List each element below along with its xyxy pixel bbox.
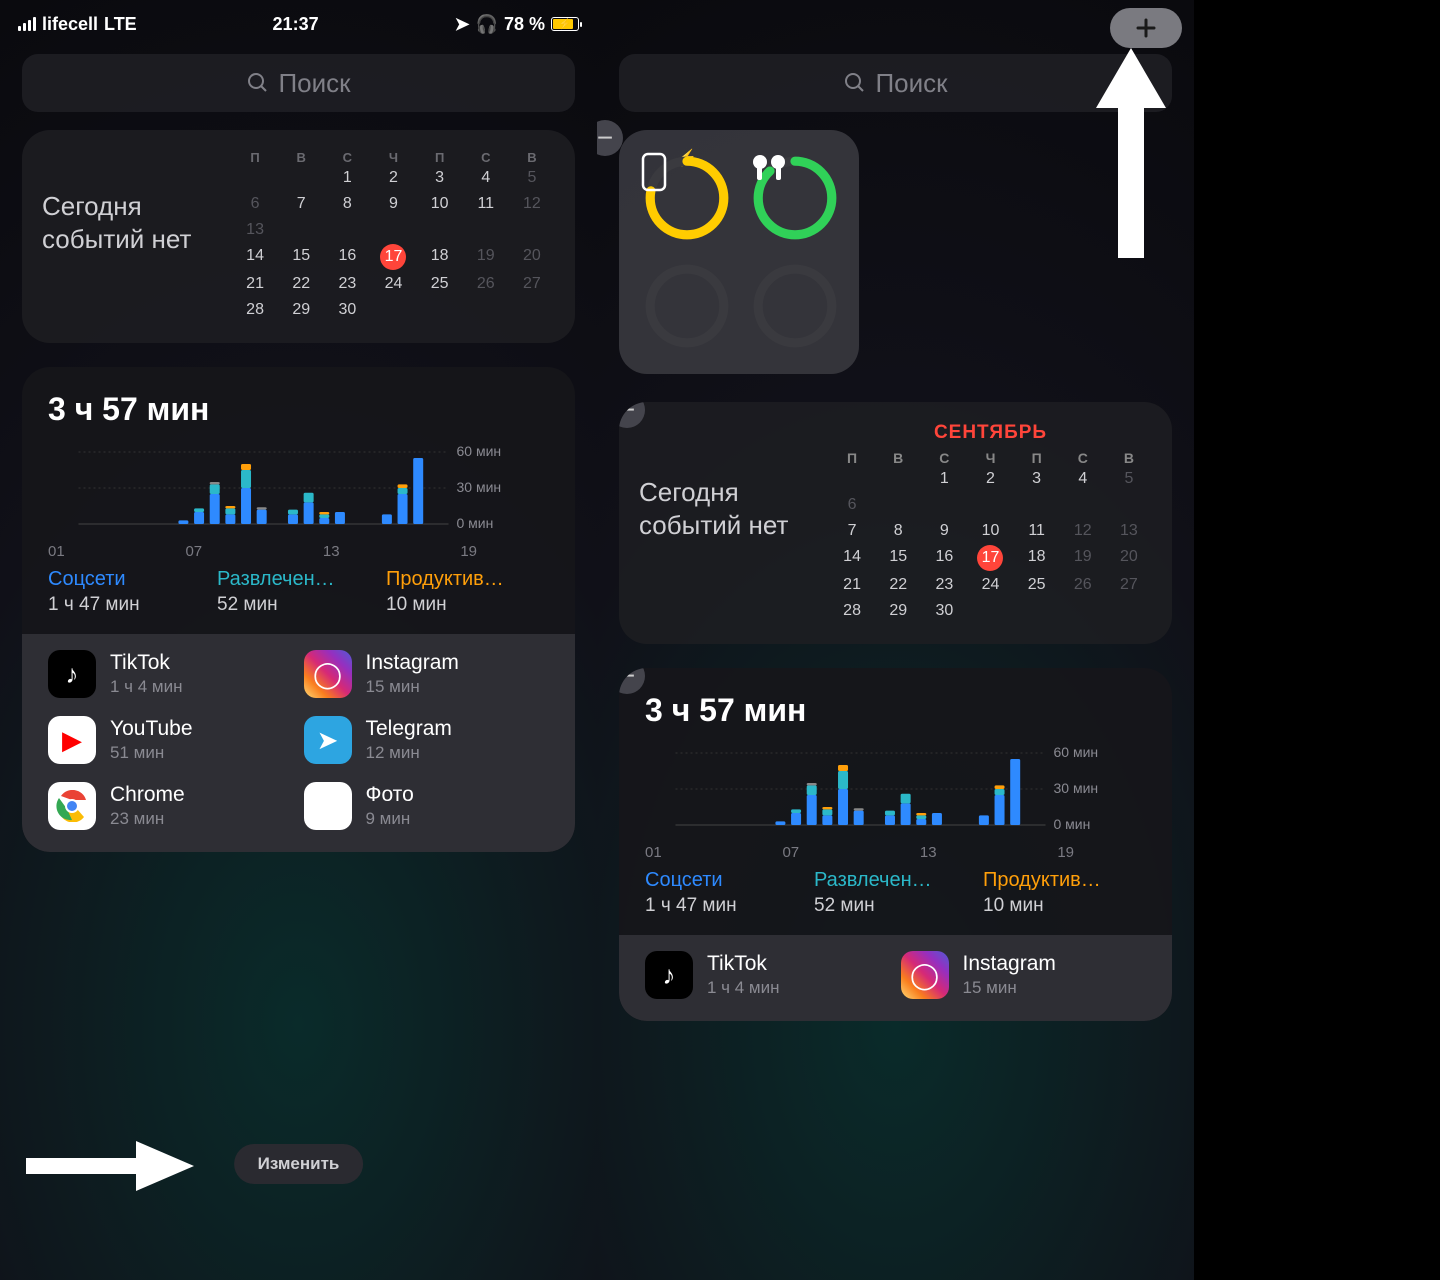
add-widget-button[interactable] xyxy=(1110,8,1182,48)
right-panel: Поиск − ⚡ − Сегодня событий нет xyxy=(597,0,1194,1280)
today-marker: 17 xyxy=(380,244,406,270)
screentime-apps: ♪ TikTok1 ч 4 мин ◯ Instagram15 мин ▶ Yo… xyxy=(22,634,575,852)
battery-ring-empty xyxy=(749,260,841,352)
today-marker: 17 xyxy=(977,545,1003,571)
month-label: СЕНТЯБРЬ xyxy=(829,422,1152,444)
app-row[interactable]: ➤ Telegram12 мин xyxy=(304,716,550,764)
screentime-total: 3 ч 57 мин xyxy=(645,692,1146,729)
plus-icon xyxy=(1134,16,1158,40)
annotation-arrow-icon xyxy=(1096,48,1166,258)
battery-ring-airpods xyxy=(749,152,841,244)
app-row[interactable]: ◯ Instagram15 мин xyxy=(304,650,550,698)
screentime-chart: 60 мин 30 мин 0 мин 01 07 13 19 xyxy=(48,438,549,560)
telegram-icon: ➤ xyxy=(304,716,352,764)
status-bar: lifecell LTE 21:37 ➤ 🎧 78 % ⚡ xyxy=(0,0,597,44)
youtube-icon: ▶ xyxy=(48,716,96,764)
clock: 21:37 xyxy=(273,14,319,35)
search-input[interactable]: Поиск xyxy=(619,54,1172,112)
svg-text:30 мин: 30 мин xyxy=(1054,780,1099,796)
edit-button[interactable]: Изменить xyxy=(234,1144,364,1184)
no-events-label: Сегодня событий нет xyxy=(42,150,222,323)
airpods-icon xyxy=(749,152,841,244)
screentime-widget[interactable]: 3 ч 57 мин 60 мин 30 мин 0 мин 01 07 13 … xyxy=(22,367,575,852)
app-row[interactable]: ✿ Фото9 мин xyxy=(304,782,550,830)
photos-icon: ✿ xyxy=(304,782,352,830)
battery-ring-phone: ⚡ xyxy=(641,152,733,244)
svg-text:0 мин: 0 мин xyxy=(457,515,494,531)
svg-text:0 мин: 0 мин xyxy=(1054,816,1091,832)
calendar-grid: ПВСЧПСВ 12345 678910111213 1415161718192… xyxy=(232,150,555,323)
app-row[interactable]: Chrome23 мин xyxy=(48,782,294,830)
no-events-label: Сегодня событий нет xyxy=(639,422,819,624)
carrier-label: lifecell xyxy=(42,14,98,35)
screentime-chart: 60 мин 30 мин 0 мин 01071319 xyxy=(645,739,1146,861)
search-icon xyxy=(246,71,270,95)
batteries-widget[interactable]: − ⚡ xyxy=(619,130,859,374)
app-row[interactable]: ♪ TikTok1 ч 4 мин xyxy=(645,951,891,999)
search-placeholder: Поиск xyxy=(875,68,947,99)
instagram-icon: ◯ xyxy=(901,951,949,999)
app-row[interactable]: ◯ Instagram15 мин xyxy=(901,951,1147,999)
remove-widget-button[interactable]: − xyxy=(619,668,645,694)
svg-text:60 мин: 60 мин xyxy=(457,443,502,459)
phone-icon xyxy=(641,152,733,244)
search-icon xyxy=(843,71,867,95)
screentime-widget[interactable]: − 3 ч 57 мин 60 мин 30 мин 0 мин 0107131… xyxy=(619,668,1172,1021)
screentime-total: 3 ч 57 мин xyxy=(48,391,549,428)
weekday-header: ПВСЧПСВ xyxy=(232,150,555,165)
search-placeholder: Поиск xyxy=(278,68,350,99)
tiktok-icon: ♪ xyxy=(48,650,96,698)
network-label: LTE xyxy=(104,14,137,35)
battery-percent: 78 % xyxy=(504,14,545,35)
calendar-widget[interactable]: Сегодня событий нет ПВСЧПСВ 12345 678910… xyxy=(22,130,575,343)
screentime-categories: Соцсети1 ч 47 мин Развлечен…52 мин Проду… xyxy=(48,568,549,616)
left-panel: lifecell LTE 21:37 ➤ 🎧 78 % ⚡ Поиск Сего… xyxy=(0,0,597,1280)
calendar-widget[interactable]: − Сегодня событий нет СЕНТЯБРЬ ПВСЧПСВ 1… xyxy=(619,402,1172,644)
app-row[interactable]: ♪ TikTok1 ч 4 мин xyxy=(48,650,294,698)
signal-icon xyxy=(18,17,36,31)
tiktok-icon: ♪ xyxy=(645,951,693,999)
search-input[interactable]: Поиск xyxy=(22,54,575,112)
location-icon: ➤ xyxy=(454,14,469,35)
instagram-icon: ◯ xyxy=(304,650,352,698)
battery-icon: ⚡ xyxy=(551,17,579,31)
chrome-icon xyxy=(48,782,96,830)
annotation-arrow-icon xyxy=(26,1136,196,1196)
svg-text:60 мин: 60 мин xyxy=(1054,744,1099,760)
battery-ring-empty xyxy=(641,260,733,352)
svg-text:30 мин: 30 мин xyxy=(457,479,502,495)
remove-widget-button[interactable]: − xyxy=(597,120,623,156)
calendar-grid: СЕНТЯБРЬ ПВСЧПСВ 123456 78910111213 1415… xyxy=(829,422,1152,624)
headphones-icon: 🎧 xyxy=(476,14,498,35)
app-row[interactable]: ▶ YouTube51 мин xyxy=(48,716,294,764)
